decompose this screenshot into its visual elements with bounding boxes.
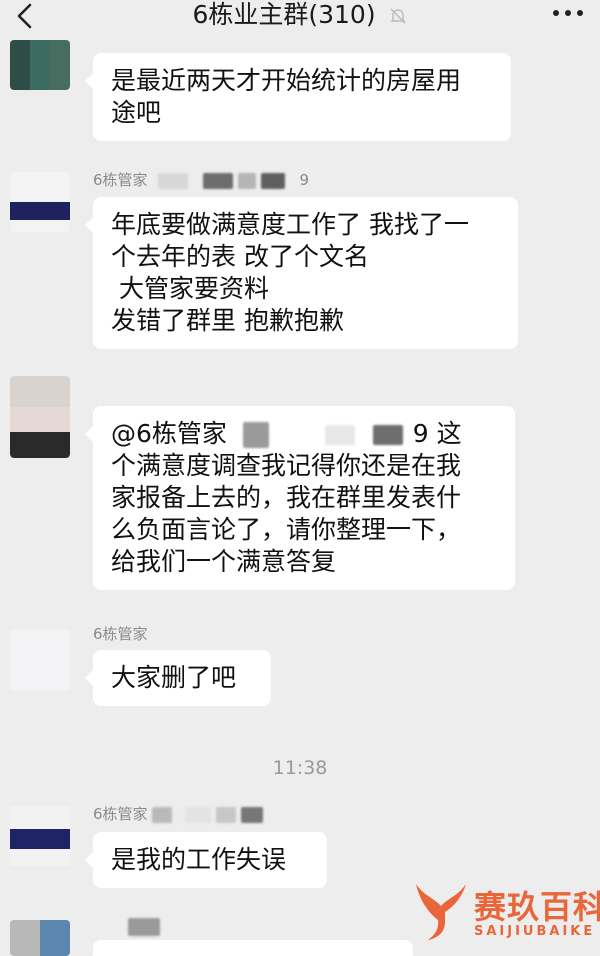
avatar[interactable] <box>10 920 70 956</box>
message-text: 是最近两天才开始统计的房屋用 <box>111 66 462 95</box>
sender-name-text: 6栋管家 <box>93 805 148 823</box>
message-bubble[interactable]: 大家删了吧 <box>85 650 271 706</box>
blurred-name <box>324 425 355 445</box>
blurred-name <box>185 806 212 823</box>
chat-header: 6栋业主群(310) <box>0 0 600 34</box>
sender-name: 6栋管家 <box>93 805 263 823</box>
blurred-name <box>203 172 234 189</box>
message-text: 大家删了吧 <box>111 663 237 692</box>
watermark-en: SAIJIUBAIKE <box>474 924 596 939</box>
timestamp: 11:38 <box>272 757 328 779</box>
sender-name-text: 6栋管家 <box>93 171 148 189</box>
sender-name-suffix: 9 <box>299 171 309 189</box>
avatar[interactable] <box>10 630 70 690</box>
sender-name: 6栋管家 9 <box>93 171 309 189</box>
mention-suffix: 9 这 <box>412 419 462 448</box>
message-bubble-partial[interactable] <box>93 940 413 956</box>
message-text: 个满意度调查我记得你还是在我 <box>111 451 462 480</box>
watermark-cn: 赛玖百科 <box>474 888 600 926</box>
message-text: 给我们一个满意答复 <box>111 547 337 576</box>
avatar[interactable] <box>10 40 70 90</box>
message-text: 家报备上去的，我在群里发表什 <box>111 483 462 512</box>
blurred-name <box>152 806 173 823</box>
message-text: 个去年的表 改了个文名 <box>111 242 369 271</box>
more-dots-icon[interactable] <box>550 8 586 18</box>
sender-name: 6栋管家 <box>93 625 148 643</box>
avatar[interactable] <box>10 172 70 232</box>
bell-muted-icon <box>389 8 406 24</box>
message-text: 是我的工作失误 <box>111 845 287 874</box>
blurred-name <box>260 172 285 189</box>
blurred-name <box>372 425 403 445</box>
message-text: 发错了群里 抱歉抱歉 <box>111 306 344 335</box>
blurred-name <box>237 172 256 189</box>
watermark: 赛玖百科 SAIJIUBAIKE <box>412 878 600 948</box>
blurred-name <box>158 172 189 189</box>
sender-name-text: 6栋管家 <box>93 625 148 643</box>
avatar[interactable] <box>10 806 70 866</box>
message-bubble[interactable]: 是我的工作失误 <box>85 832 327 888</box>
whale-tail-logo-icon <box>416 884 466 940</box>
message-line: @6栋管家 9 这 <box>111 418 497 450</box>
blurred-name <box>215 806 236 823</box>
chat-title-wrap: 6栋业主群(310) <box>0 0 600 30</box>
message-text: 年底要做满意度工作了 我找了一 <box>111 210 469 239</box>
blurred-name <box>240 806 263 823</box>
chat-title: 6栋业主群(310) <box>192 0 376 29</box>
blurred-name <box>128 918 160 936</box>
message-bubble[interactable]: 是最近两天才开始统计的房屋用 途吧 <box>85 53 511 141</box>
message-text: 大管家要资料 <box>111 274 269 303</box>
message-text: 途吧 <box>111 98 162 127</box>
mention-text: @6栋管家 <box>111 419 227 448</box>
message-text: 么负面言论了，请你整理一下， <box>111 515 462 544</box>
blurred-name <box>242 422 269 448</box>
avatar[interactable] <box>10 376 70 458</box>
message-bubble[interactable]: 年底要做满意度工作了 我找了一 个去年的表 改了个文名 大管家要资料 发错了群里… <box>85 197 518 349</box>
message-bubble[interactable]: @6栋管家 9 这 个满意度调查我记得你还是在我 家报备上去的，我在群里发表什 … <box>85 406 515 590</box>
